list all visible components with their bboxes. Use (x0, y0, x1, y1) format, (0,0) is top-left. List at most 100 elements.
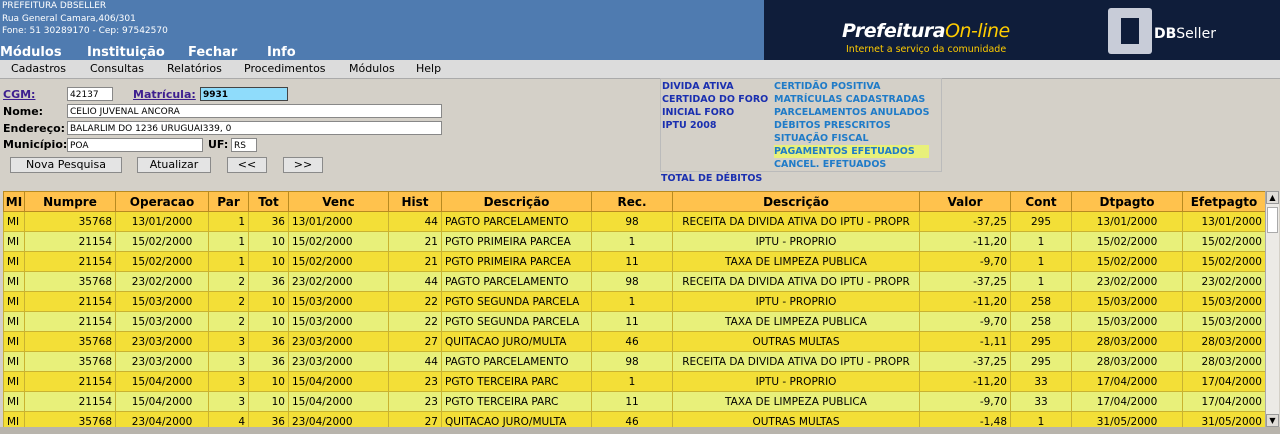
topmenu-modulos[interactable]: Módulos (0, 45, 62, 60)
table-row[interactable]: MI 21154 15/03/2000 2 10 15/03/2000 22 PGTO SEG… (3, 291, 1266, 312)
link-matriculas-cadastradas[interactable]: MATRÍCULAS CADASTRADAS (774, 93, 929, 106)
menu-procedimentos[interactable]: Procedimentos (244, 62, 326, 75)
endereco-label: Endereço: (3, 122, 66, 135)
table-scrollbar[interactable]: ▲ ▼ (1265, 191, 1279, 427)
table-cell: 15/03/2000 (1182, 291, 1266, 312)
links-right: CERTIDÃO POSITIVA MATRÍCULAS CADASTRADAS… (774, 80, 930, 171)
table-cell: 2 (208, 271, 249, 292)
cgm-label[interactable]: CGM: (3, 88, 35, 101)
table-cell: 33 (1010, 391, 1072, 412)
menu-relatorios[interactable]: Relatórios (167, 62, 222, 75)
endereco-field[interactable]: BALARLIM DO 1236 URUGUAI339, 0 (67, 121, 442, 135)
table-row[interactable]: MI 21154 15/03/2000 2 10 15/03/2000 22 PGTO SEG… (3, 311, 1266, 332)
link-debitos-prescritos[interactable]: DÉBITOS PRESCRITOS (774, 119, 929, 132)
table-row[interactable]: MI 21154 15/02/2000 1 10 15/02/2000 21 PGTO PRI… (3, 251, 1266, 272)
col-dtpagto[interactable]: Dtpagto (1071, 191, 1183, 212)
table-cell: 15/02/2000 (1071, 251, 1183, 272)
nome-field[interactable]: CELIO JUVENAL ANCORA (67, 104, 442, 118)
link-inicial-foro[interactable]: INICIAL FORO (662, 106, 768, 119)
atualizar-button[interactable]: Atualizar (137, 157, 211, 173)
table-row[interactable]: MI 21154 15/04/2000 3 10 15/04/2000 23 PGTO TER… (3, 391, 1266, 412)
topmenu-info[interactable]: Info (267, 45, 296, 60)
menu-consultas[interactable]: Consultas (90, 62, 144, 75)
link-certidao-positiva[interactable]: CERTIDÃO POSITIVA (774, 80, 929, 93)
table-cell: 15/02/2000 (115, 231, 209, 252)
uf-field[interactable]: RS (231, 138, 257, 152)
municipio-label: Município: (3, 138, 68, 151)
menu-modulos[interactable]: Módulos (349, 62, 395, 75)
table-cell: IPTU - PROPRIO (672, 231, 920, 252)
link-divida-ativa[interactable]: DIVIDA ATIVA (662, 80, 768, 93)
col-rec[interactable]: Rec. (591, 191, 673, 212)
col-descricao-rec[interactable]: Descrição (672, 191, 920, 212)
table-cell: 1 (208, 231, 249, 252)
bottom-bar (0, 427, 1280, 434)
link-certidao-do-foro[interactable]: CERTIDAO DO FORO (662, 93, 768, 106)
table-cell: 17/04/2000 (1182, 371, 1266, 392)
topmenu-fechar[interactable]: Fechar (188, 45, 237, 60)
menu-cadastros[interactable]: Cadastros (11, 62, 66, 75)
col-valor[interactable]: Valor (919, 191, 1011, 212)
col-hist[interactable]: Hist (388, 191, 442, 212)
table-cell: 35768 (24, 351, 116, 372)
table-row[interactable]: MI 35768 23/03/2000 3 36 23/03/2000 27 QUITACAO… (3, 331, 1266, 352)
table-cell: 15/03/2000 (115, 311, 209, 332)
table-cell: 1 (208, 251, 249, 272)
col-efetpagto[interactable]: Efetpagto (1182, 191, 1266, 212)
municipio-field[interactable]: POA (67, 138, 203, 152)
table-header-row: MI Numpre Operacao Par Tot Venc Hist Des… (3, 191, 1266, 212)
table-row[interactable]: MI 35768 23/02/2000 2 36 23/02/2000 44 PAGTO PA… (3, 271, 1266, 292)
col-tot[interactable]: Tot (248, 191, 289, 212)
table-cell: PAGTO PARCELAMENTO (441, 211, 592, 232)
table-cell: TAXA DE LIMPEZA PUBLICA (672, 251, 920, 272)
org-info: PREFEITURA DBSELLER Rua General Camara,4… (2, 0, 168, 38)
menu-help[interactable]: Help (416, 62, 441, 75)
col-par[interactable]: Par (208, 191, 249, 212)
col-venc[interactable]: Venc (288, 191, 389, 212)
next-button[interactable]: >> (283, 157, 323, 173)
scroll-down-icon[interactable]: ▼ (1266, 414, 1279, 427)
link-cancel-efetuados[interactable]: CANCEL. EFETUADOS (774, 158, 929, 171)
scroll-thumb[interactable] (1267, 207, 1278, 233)
table-cell: 21154 (24, 311, 116, 332)
table-cell: 28/03/2000 (1182, 331, 1266, 352)
col-descricao-hist[interactable]: Descrição (441, 191, 592, 212)
table-row[interactable]: MI 21154 15/04/2000 3 10 15/04/2000 23 PGTO TER… (3, 371, 1266, 392)
nova-pesquisa-button[interactable]: Nova Pesquisa (10, 157, 122, 173)
table-row[interactable]: MI 21154 15/02/2000 1 10 15/02/2000 21 PGTO PRI… (3, 231, 1266, 252)
col-operacao[interactable]: Operacao (115, 191, 209, 212)
table-cell: MI (3, 331, 25, 352)
matricula-field[interactable]: 9931 (200, 87, 288, 101)
scroll-up-icon[interactable]: ▲ (1266, 191, 1279, 204)
table-cell: 11 (591, 311, 673, 332)
table-cell: 23/02/2000 (115, 271, 209, 292)
table-cell: PGTO TERCEIRA PARC (441, 371, 592, 392)
table-cell: 295 (1010, 211, 1072, 232)
link-parcelamentos-anulados[interactable]: PARCELAMENTOS ANULADOS (774, 106, 929, 119)
table-cell: 10 (248, 251, 289, 272)
table-cell: 15/03/2000 (115, 291, 209, 312)
table-row[interactable]: MI 35768 13/01/2000 1 36 13/01/2000 44 PAGTO PA… (3, 211, 1266, 232)
previous-button[interactable]: << (227, 157, 267, 173)
link-situacao-fiscal[interactable]: SITUAÇÃO FISCAL (774, 132, 929, 145)
col-cont[interactable]: Cont (1010, 191, 1072, 212)
banner-title: PrefeituraOn-line (842, 20, 1010, 42)
link-iptu-2008[interactable]: IPTU 2008 (662, 119, 768, 132)
table-cell: 23 (388, 391, 442, 412)
table-cell: 15/02/2000 (115, 251, 209, 272)
link-pagamentos-efetuados[interactable]: PAGAMENTOS EFETUADOS (774, 145, 930, 158)
topmenu-instituicao[interactable]: Instituição (87, 45, 165, 60)
table-cell: 21154 (24, 251, 116, 272)
total-debitos-link[interactable]: TOTAL DE DÉBITOS (661, 173, 762, 184)
cgm-field[interactable]: 42137 (67, 87, 113, 101)
org-phone: Fone: 51 30289170 - Cep: 97542570 (2, 26, 168, 36)
matricula-label[interactable]: Matrícula: (133, 88, 196, 101)
col-numpre[interactable]: Numpre (24, 191, 116, 212)
table-cell: MI (3, 371, 25, 392)
uf-label: UF: (208, 138, 229, 151)
table-cell: -11,20 (919, 371, 1011, 392)
table-cell: 295 (1010, 351, 1072, 372)
col-mi[interactable]: MI (3, 191, 25, 212)
table-cell: PGTO TERCEIRA PARC (441, 391, 592, 412)
table-row[interactable]: MI 35768 23/03/2000 3 36 23/03/2000 44 PAGTO PA… (3, 351, 1266, 372)
